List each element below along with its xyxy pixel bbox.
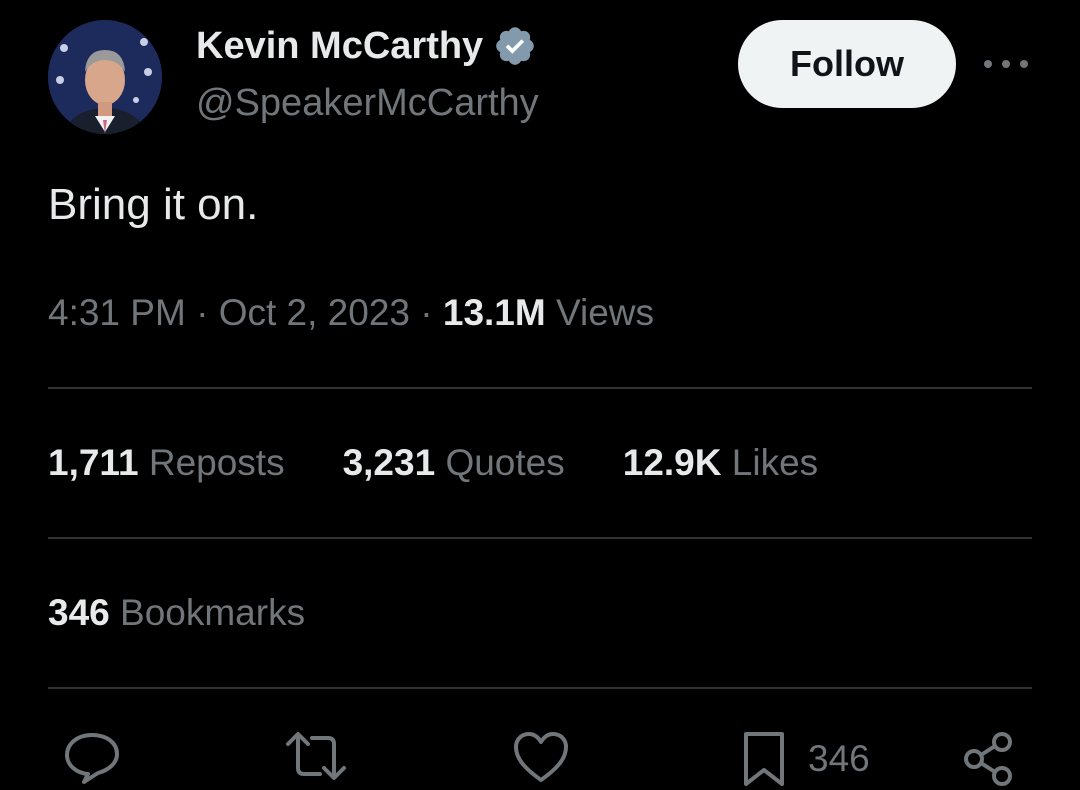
separator: · [420,292,433,333]
bookmarks-label: Bookmarks [120,592,306,633]
verified-badge-icon [493,24,537,68]
share-button[interactable] [962,730,1016,786]
likes-label: Likes [731,442,819,483]
bookmarks-stat[interactable]: 346 Bookmarks [48,592,305,634]
tweet-date[interactable]: Oct 2, 2023 [219,292,410,333]
views-count: 13.1M [442,292,546,333]
display-name[interactable]: Kevin McCarthy [196,24,537,68]
profile-photo [48,20,162,134]
reply-icon [65,733,119,784]
bookmarks-count: 346 [48,592,110,633]
reposts-label: Reposts [148,442,285,483]
tweet-time[interactable]: 4:31 PM [48,292,186,333]
divider [48,537,1032,539]
avatar[interactable] [48,20,162,134]
tweet-text: Bring it on. [48,180,259,229]
likes-count: 12.9K [622,442,722,483]
display-name-text: Kevin McCarthy [196,24,484,67]
engagement-stats: 1,711 Reposts 3,231 Quotes 12.9K Likes [48,442,876,484]
like-button[interactable] [512,730,570,784]
handle[interactable]: @SpeakerMcCarthy [196,82,539,125]
reposts-stat[interactable]: 1,711 Reposts [48,442,285,484]
bookmark-button[interactable]: 346 [742,730,870,788]
heart-icon [514,732,568,782]
separator: · [196,292,209,333]
reposts-count: 1,711 [48,442,139,483]
bookmark-icon [744,732,784,786]
follow-button[interactable]: Follow [738,20,956,108]
likes-stat[interactable]: 12.9K Likes [623,442,818,484]
views-label: Views [556,292,655,333]
divider [48,687,1032,689]
more-horizontal-icon[interactable] [984,54,1028,74]
quotes-count: 3,231 [342,442,436,483]
bookmark-count: 346 [808,738,870,779]
repost-button[interactable] [284,730,348,782]
quotes-stat[interactable]: 3,231 Quotes [343,442,565,484]
share-icon [964,732,1012,786]
tweet-meta: 4:31 PM · Oct 2, 2023 · 13.1M Views [48,292,654,334]
repost-icon [286,732,346,780]
quotes-label: Quotes [445,442,565,483]
divider [48,387,1032,389]
reply-button[interactable] [62,730,122,786]
